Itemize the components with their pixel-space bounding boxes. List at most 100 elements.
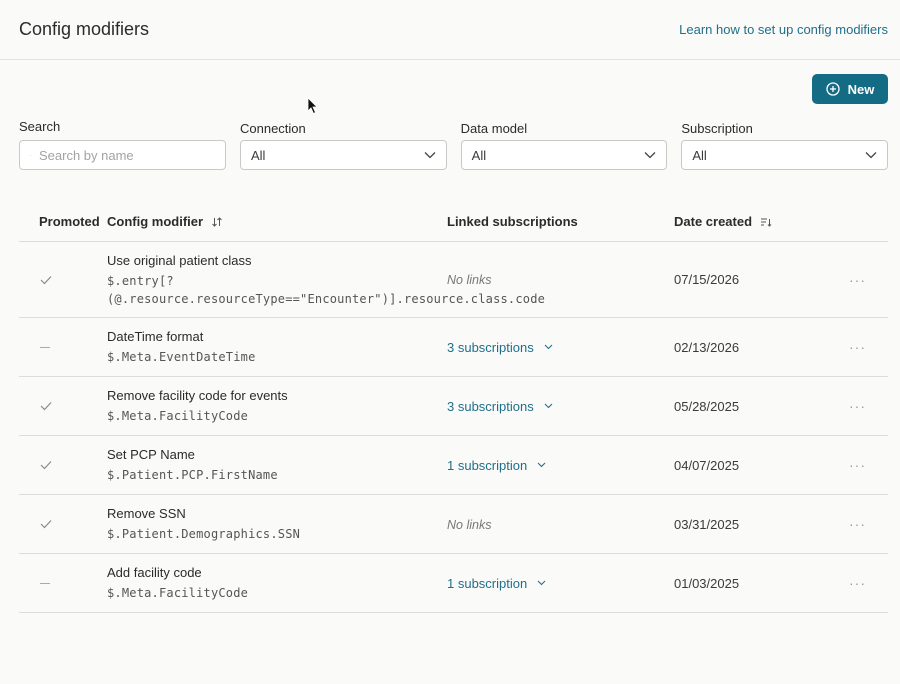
table-row[interactable]: Remove SSN $.Patient.Demographics.SSN No l… [19, 495, 888, 554]
table-row[interactable]: Remove facility code for events $.Meta.Fa… [19, 377, 888, 436]
config-modifier-path: $.Patient.Demographics.SSN [107, 527, 301, 541]
filter-bar: Search Connection All Data model All Sub… [19, 119, 889, 170]
page-header: Config modifiers Learn how to set up con… [0, 0, 900, 60]
config-modifier-cell: Use original patient class $.entry[? (@.re… [107, 252, 546, 308]
linked-subscriptions-cell: 1 subscription [447, 576, 674, 591]
config-modifier-cell: DateTime format $.Meta.EventDateTime [107, 328, 447, 366]
data-model-value: All [471, 147, 487, 163]
config-modifier-path-continued: (@.resource.resourceType=="Encounter")].… [107, 291, 546, 306]
connection-value: All [251, 147, 266, 163]
row-actions-more-icon[interactable]: ··· [844, 339, 888, 355]
chevron-down-icon [865, 152, 877, 159]
not-promoted-dash-icon [19, 346, 107, 348]
chevron-down-icon [537, 580, 546, 586]
linked-subscriptions-cell: No links [447, 272, 674, 287]
linked-subscriptions-toggle[interactable]: 1 subscription [447, 458, 546, 473]
data-model-filter: Data model All [460, 120, 668, 170]
page-title: Config modifiers [19, 19, 150, 39]
config-modifier-cell: Remove SSN $.Patient.Demographics.SSN [107, 505, 447, 543]
data-model-label: Data model [460, 121, 528, 136]
promoted-check-icon [19, 460, 107, 470]
sort-descending-icon[interactable] [760, 216, 772, 228]
column-header-config-modifier-label: Config modifier [107, 214, 204, 229]
connection-select[interactable]: All [240, 140, 447, 170]
plus-circle-icon [825, 82, 840, 96]
column-header-linked-subscriptions: Linked subscriptions [447, 214, 578, 229]
table-row[interactable]: Add facility code $.Meta.FacilityCode 1 su… [19, 554, 888, 613]
row-actions-more-icon[interactable]: ··· [844, 398, 888, 414]
date-created: 04/07/2025 [674, 457, 740, 473]
config-modifiers-table: Promoted Config modifier Linked subscrip… [19, 202, 888, 613]
date-created: 07/15/2026 [674, 272, 740, 287]
new-button[interactable]: New [812, 74, 888, 104]
config-modifier-path: $.Meta.FacilityCode [107, 409, 249, 423]
linked-subscriptions-count: 1 subscription [447, 457, 528, 473]
sort-icon[interactable] [211, 216, 223, 228]
config-modifier-cell: Add facility code $.Meta.FacilityCode [107, 564, 447, 602]
linked-subscriptions-toggle[interactable]: 3 subscriptions [447, 399, 553, 414]
search-input[interactable] [39, 147, 215, 163]
search-filter: Search [19, 119, 226, 170]
subscription-select[interactable]: All [681, 140, 889, 170]
date-created: 02/13/2026 [674, 339, 740, 355]
config-modifier-path: $.Meta.EventDateTime [107, 350, 256, 364]
config-modifier-name: Remove facility code for events [107, 388, 288, 403]
subscription-filter: Subscription All [681, 120, 889, 170]
date-created: 05/28/2025 [674, 398, 740, 414]
promoted-check-icon [19, 401, 107, 411]
config-modifier-cell: Remove facility code for events $.Meta.Fa… [107, 387, 447, 425]
linked-subscriptions-count: 3 subscriptions [447, 398, 534, 414]
connection-label: Connection [240, 121, 306, 136]
connection-filter: Connection All [240, 120, 447, 170]
chevron-down-icon [544, 403, 553, 409]
promoted-check-icon [19, 275, 107, 285]
mouse-pointer-icon [307, 97, 318, 115]
promoted-check-icon [19, 519, 107, 529]
help-link[interactable]: Learn how to set up config modifiers [679, 22, 888, 37]
not-promoted-dash-icon [19, 582, 107, 584]
column-header-date-created-label: Date created [674, 214, 753, 229]
linked-subscriptions-cell: 3 subscriptions [447, 399, 674, 414]
config-modifier-path: $.entry[? [107, 273, 174, 288]
config-modifier-name: Use original patient class [107, 252, 252, 268]
config-modifier-path: $.Patient.PCP.FirstName [107, 468, 278, 482]
date-created: 01/03/2025 [674, 575, 740, 591]
table-header: Promoted Config modifier Linked subscrip… [19, 202, 888, 242]
linked-subscriptions-cell: 3 subscriptions [447, 340, 674, 355]
config-modifier-cell: Set PCP Name $.Patient.PCP.FirstName [107, 446, 447, 484]
config-modifier-name: Set PCP Name [107, 447, 195, 462]
config-modifier-name: Remove SSN [107, 506, 186, 521]
linked-subscriptions-toggle[interactable]: 1 subscription [447, 576, 546, 591]
column-header-promoted: Promoted [39, 214, 100, 229]
no-links-label: No links [447, 273, 492, 287]
new-button-label: New [847, 81, 875, 97]
chevron-down-icon [537, 462, 546, 468]
table-row[interactable]: Use original patient class $.entry[? (@.re… [19, 242, 888, 318]
row-actions-more-icon[interactable]: ··· [844, 457, 888, 473]
config-modifier-path: $.Meta.FacilityCode [107, 586, 249, 600]
search-label: Search [19, 119, 61, 134]
column-header-date-created[interactable]: Date created [674, 214, 844, 229]
subscription-label: Subscription [681, 121, 753, 136]
no-links-label: No links [447, 517, 492, 532]
row-actions-more-icon[interactable]: ··· [844, 575, 888, 591]
table-row[interactable]: Set PCP Name $.Patient.PCP.FirstName 1 sub… [19, 436, 888, 495]
linked-subscriptions-toggle[interactable]: 3 subscriptions [447, 340, 553, 355]
table-row[interactable]: DateTime format $.Meta.EventDateTime 3 sub… [19, 318, 888, 377]
config-modifier-name: DateTime format [107, 329, 204, 344]
linked-subscriptions-cell: No links [447, 517, 674, 532]
row-actions-more-icon[interactable]: ··· [844, 272, 888, 288]
chevron-down-icon [644, 152, 656, 159]
linked-subscriptions-count: 3 subscriptions [447, 339, 534, 355]
column-header-config-modifier[interactable]: Config modifier [107, 214, 447, 229]
chevron-down-icon [424, 152, 436, 159]
search-icon [30, 154, 31, 156]
data-model-select[interactable]: All [460, 140, 668, 170]
subscription-value: All [692, 147, 707, 163]
linked-subscriptions-cell: 1 subscription [447, 458, 674, 473]
table-body: Use original patient class $.entry[? (@.re… [19, 242, 888, 613]
chevron-down-icon [544, 344, 553, 350]
config-modifier-name: Add facility code [107, 565, 202, 580]
row-actions-more-icon[interactable]: ··· [844, 516, 888, 532]
search-field[interactable] [19, 140, 226, 170]
